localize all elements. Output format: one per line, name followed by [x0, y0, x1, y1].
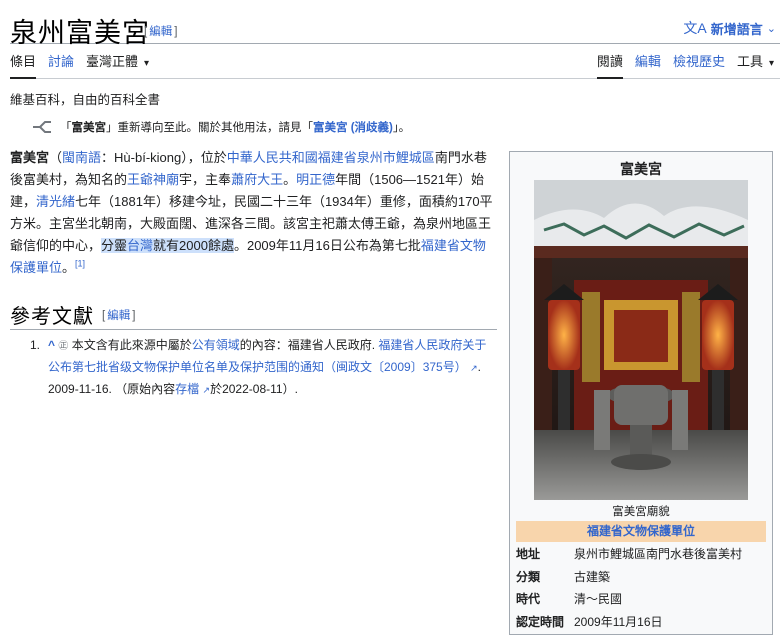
reference-list: 1. ^ ㊣ 本文含有此來源中屬於公有領域的內容：福建省人民政府. 福建省人民政… [30, 335, 495, 401]
chevron-down-icon: ▾ [144, 58, 150, 69]
references-title: 參考文獻 [10, 306, 94, 328]
reference-text: ^ ㊣ 本文含有此來源中屬於公有領域的內容：福建省人民政府. 福建省人民政府关于… [48, 338, 487, 396]
heritage-status-link[interactable]: 福建省文物保護單位 [516, 521, 766, 542]
site-subtitle: 維基百科，自由的百科全書 [10, 93, 161, 107]
row-key: 分類 [516, 569, 541, 584]
link-xiaofu[interactable]: 蕭府大王 [231, 172, 283, 187]
public-domain-icon: ㊣ [58, 341, 69, 352]
infobox: 富美宮 富美宮廟貌 福建省文物保護單位 地址 泉州市鯉城區南門水巷後富美村 分類… [509, 151, 773, 635]
row-key: 時代 [516, 592, 541, 606]
link-fujian[interactable]: 福建省 [318, 150, 357, 165]
hatnote-text: 「富美宮」重新導向至此。關於其他用法，請見「富美宮 (消歧義)」。 [60, 122, 411, 134]
title-bar: 泉州富美宮 [編輯] 文A 新增語言 ⌄ [10, 10, 780, 48]
link-archive[interactable]: 存檔 [175, 382, 199, 396]
external-link-icon: ↗ [202, 385, 211, 395]
hatnote-disambig-link[interactable]: 富美宮 (消歧義) [313, 122, 393, 134]
title-edit-link[interactable]: 編輯 [147, 26, 174, 38]
selected-text: 分靈台灣就有2000餘處 [101, 238, 234, 253]
temple-photo[interactable] [534, 180, 748, 500]
references-edit-link[interactable]: 編輯 [105, 310, 132, 322]
tools-dropdown[interactable]: 工具 ▾ [737, 52, 774, 79]
title-edit-section: [編輯] [144, 26, 178, 38]
link-prc[interactable]: 中華人民共和國 [227, 150, 318, 165]
chevron-down-icon: ⌄ [766, 22, 776, 35]
hatnote: 「富美宮」重新導向至此。關於其他用法，請見「富美宮 (消歧義)」。 [32, 119, 410, 135]
link-guangxu[interactable]: 清光緒 [36, 194, 75, 209]
references-heading: 參考文獻 [編輯] [10, 298, 497, 330]
references-edit-section: [編輯] [102, 310, 136, 322]
tab-talk[interactable]: 討論 [48, 52, 74, 79]
row-value: 泉州市鯉城區南門水巷後富美村 [574, 547, 743, 561]
hatnote-redirect: 富美宮 [71, 122, 107, 134]
tabs-bar: 條目 討論 臺灣正體 ▾ 閱讀 編輯 檢視歷史 工具 ▾ [10, 52, 780, 79]
infobox-rows: 地址 泉州市鯉城區南門水巷後富美村 分類 古建築 時代 清～民國 認定時間 2009年1… [516, 543, 766, 633]
row-value: 清～民國 [574, 592, 623, 606]
link-public-domain[interactable]: 公有領域 [192, 338, 240, 352]
add-languages-label: 新增語言 [710, 21, 763, 37]
reference-number: 1. [30, 338, 41, 352]
citation-link[interactable]: [1] [75, 259, 85, 269]
row-key: 地址 [516, 547, 541, 561]
backlink-caret[interactable]: ^ [48, 338, 55, 352]
disambiguation-icon [32, 120, 52, 134]
tab-history[interactable]: 檢視歷史 [673, 52, 725, 79]
translate-icon: 文A [683, 20, 707, 36]
article-paragraph: 富美宮（閩南語：Hù-bí-kiong），位於中華人民共和國福建省泉州市鯉城區南… [10, 150, 493, 275]
link-quanzhou[interactable]: 泉州市 [357, 150, 396, 165]
infobox-title: 富美宮 [620, 161, 662, 177]
variant-label: 臺灣正體 [86, 54, 139, 69]
link-taiwan[interactable]: 台灣 [127, 238, 153, 253]
page-title: 泉州富美宮 [10, 18, 150, 48]
infobox-row: 認定時間 2009年11月16日 [516, 611, 766, 634]
tools-label: 工具 [736, 54, 763, 69]
variant-dropdown[interactable]: 臺灣正體 ▾ [86, 52, 149, 79]
tab-article[interactable]: 條目 [10, 52, 37, 79]
namespace-tabs: 條目 討論 臺灣正體 ▾ [10, 52, 149, 79]
view-tabs: 閱讀 編輯 檢視歷史 工具 ▾ [596, 52, 774, 79]
reference-item: 1. ^ ㊣ 本文含有此來源中屬於公有領域的內容：福建省人民政府. 福建省人民政… [30, 335, 495, 401]
add-languages-button[interactable]: 文A 新增語言 ⌄ [683, 18, 776, 38]
tab-edit[interactable]: 編輯 [635, 52, 661, 79]
row-value: 2009年11月16日 [574, 614, 663, 629]
article-page: 泉州富美宮 [編輯] 文A 新增語言 ⌄ 條目 討論 臺灣正體 ▾ 閱讀 編輯 檢… [0, 0, 780, 640]
row-value: 古建築 [574, 569, 611, 584]
infobox-row: 時代 清～民國 [516, 588, 766, 611]
row-key: 認定時間 [516, 614, 565, 629]
link-zhengde[interactable]: 明正德 [296, 172, 335, 187]
link-wangye[interactable]: 王爺神廟 [127, 172, 179, 187]
link-licheng[interactable]: 鯉城區 [396, 150, 435, 165]
link-minnan[interactable]: 閩南語 [62, 150, 101, 165]
tab-read[interactable]: 閱讀 [596, 52, 623, 79]
chevron-down-icon: ▾ [768, 58, 774, 69]
infobox-row: 地址 泉州市鯉城區南門水巷後富美村 [516, 543, 766, 566]
image-caption: 富美宮廟貌 [612, 506, 670, 518]
infobox-row: 分類 古建築 [516, 566, 766, 589]
external-link-icon: ↗ [470, 363, 478, 373]
